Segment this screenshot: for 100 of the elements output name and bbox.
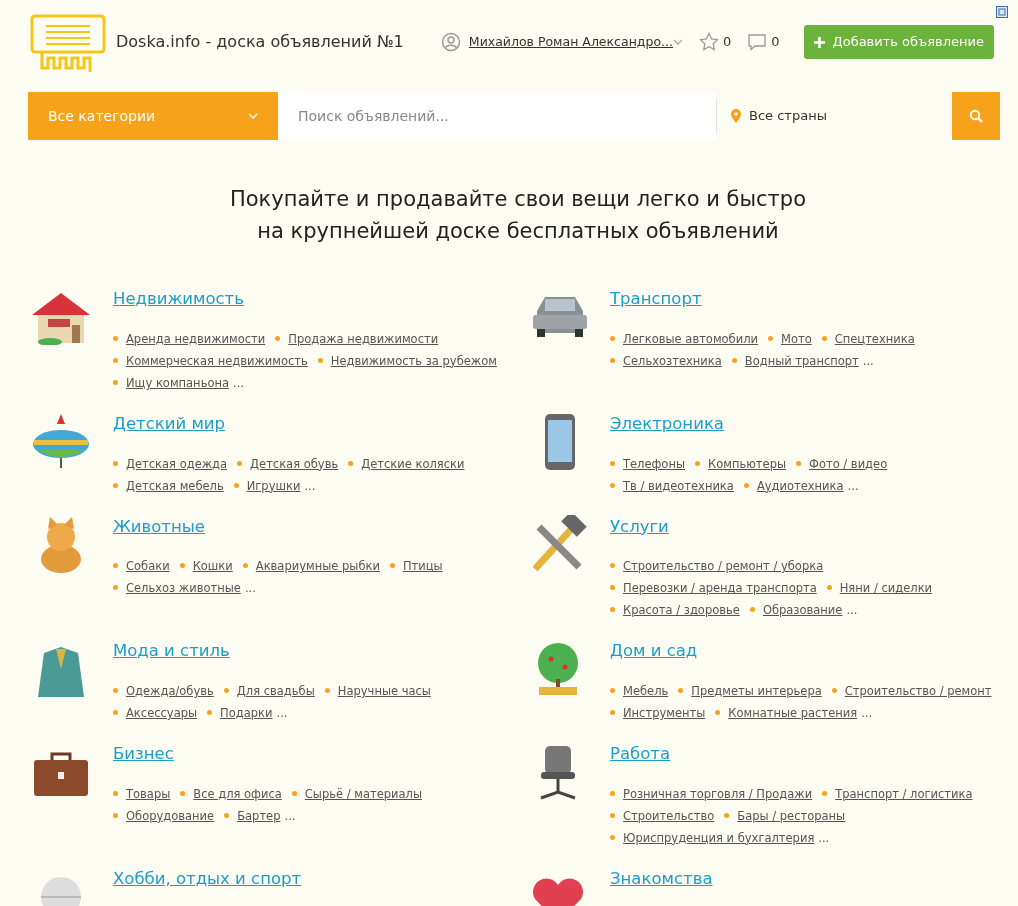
subcategory-link[interactable]: Все для офиса <box>193 786 282 801</box>
subcategory-link[interactable]: Сырьё / материалы <box>304 786 422 801</box>
subcategory-link[interactable]: Для свадьбы <box>236 684 315 698</box>
bullet-icon <box>223 688 229 693</box>
subcategory-link[interactable]: Тв / видеотехника <box>623 478 734 493</box>
bullet-icon <box>242 563 248 569</box>
subcategory-link[interactable]: Бартер <box>237 808 281 823</box>
subcategory-link[interactable]: Строительство / ремонт / уборка <box>623 559 824 574</box>
more-ellipsis: ... <box>846 603 858 618</box>
bullet-icon <box>822 790 828 796</box>
bullet-icon <box>678 688 684 693</box>
bullet-icon <box>113 357 118 363</box>
bullet-icon <box>610 357 615 363</box>
headline: Покупайте и продавайте свои вещи легко и быстро на крупнейшей доске бесплатных объявлений <box>228 186 808 245</box>
subcategory-link[interactable]: Аквариумные рыбки <box>255 559 380 574</box>
subcategory-link[interactable]: Детская мебель <box>126 478 224 493</box>
subcategory-link[interactable]: Ищу компаньона <box>126 375 230 390</box>
bullet-icon <box>715 710 721 715</box>
subcategory-link[interactable]: Инструменты <box>623 706 706 720</box>
bullet-icon <box>291 790 297 796</box>
bullet-icon <box>610 335 615 341</box>
subcategory-link[interactable]: Легковые автомобили <box>623 331 758 346</box>
star-icon[interactable] <box>698 32 719 52</box>
subcategory-link[interactable]: Кошки <box>192 559 233 574</box>
subcategory-link[interactable]: Собаки <box>126 559 170 574</box>
bullet-icon <box>610 585 615 591</box>
subcategory-link[interactable]: Спецтехника <box>834 331 915 346</box>
bullet-icon <box>113 812 118 818</box>
bullet-icon <box>224 812 230 818</box>
bullet-icon <box>113 482 118 488</box>
subcategory-link[interactable]: Детские коляски <box>361 456 465 471</box>
subcategory-link[interactable]: Аудиотехника <box>756 478 844 493</box>
bullet-icon <box>695 460 700 466</box>
bullet-icon <box>724 812 730 818</box>
subcategory-link[interactable]: Мото <box>781 331 812 346</box>
subcategory-link[interactable]: Одежда/обувь <box>126 684 214 698</box>
bullet-icon <box>113 335 118 341</box>
logo-icon[interactable] <box>28 12 108 72</box>
bullet-icon <box>113 460 118 466</box>
user-icon <box>440 32 461 52</box>
subcategory-link[interactable]: Строительство <box>623 808 715 823</box>
bullet-icon <box>610 460 615 466</box>
window-restore-icon <box>996 6 1008 18</box>
subcategory-link[interactable]: Продажа недвижимости <box>288 331 439 346</box>
bullet-icon <box>610 563 615 569</box>
bullet-icon <box>610 812 615 818</box>
bullet-icon <box>275 335 281 341</box>
subcategory-link[interactable]: Мебель <box>623 684 669 698</box>
bullet-icon <box>113 688 118 693</box>
subcategory-link[interactable]: Перевозки / аренда транспорта <box>623 581 817 596</box>
subcategory-link[interactable]: Детская одежда <box>126 456 228 471</box>
bullet-icon <box>179 563 185 569</box>
user-name-link[interactable]: Михайлов Роман Александро... <box>468 32 673 52</box>
subcategory-link[interactable]: Коммерческая недвижимость <box>126 353 308 368</box>
subcategory-link[interactable]: Товары <box>126 786 171 801</box>
bullet-icon <box>831 688 837 693</box>
chevron-down-icon <box>672 38 683 46</box>
subcategory-link[interactable]: Розничная торговля / Продажи <box>623 786 813 801</box>
more-ellipsis: ... <box>847 478 859 493</box>
bullet-icon <box>389 563 395 569</box>
subcategory-link[interactable]: Бары / рестораны <box>737 808 846 823</box>
subcategory-link[interactable]: Птицы <box>402 559 443 574</box>
bullet-icon <box>610 710 615 715</box>
subcategory-link[interactable]: Оборудование <box>126 808 215 823</box>
subcategory-link[interactable]: Аксессуары <box>126 706 198 720</box>
subcategory-link[interactable]: Сельхоз животные <box>126 581 241 596</box>
subcategory-link[interactable]: Транспорт / логистика <box>835 786 973 801</box>
subcategory-link[interactable]: Комнатные растения <box>728 706 858 720</box>
subcategory-link[interactable]: Детская обувь <box>250 456 339 471</box>
subcategory-link[interactable]: Юриспруденция и бухгалтерия <box>623 830 815 845</box>
map-pin-icon <box>731 109 741 123</box>
more-ellipsis: ... <box>818 830 830 845</box>
subcategory-link[interactable]: Строительство / ремонт <box>844 684 992 698</box>
subcategory-link[interactable]: Сельхозтехника <box>623 353 722 368</box>
subcategory-link[interactable]: Образование <box>762 603 843 618</box>
subcategory-link[interactable]: Предметы интерьера <box>691 684 822 698</box>
subcategory-link[interactable]: Подарки <box>220 706 273 720</box>
more-ellipsis: ... <box>304 478 316 493</box>
bullet-icon <box>237 460 243 466</box>
bullet-icon <box>324 688 330 693</box>
subcategory-link[interactable]: Водный транспорт <box>744 353 859 368</box>
bullet-icon <box>180 790 186 796</box>
subcategory-link[interactable]: Аренда недвижимости <box>126 331 266 346</box>
bullet-icon <box>233 482 239 488</box>
subcategory-link[interactable]: Игрушки <box>246 478 301 493</box>
subcategory-link[interactable]: Фото / видео <box>809 456 888 471</box>
bullet-icon <box>796 460 801 466</box>
subcategory-link[interactable]: Наручные часы <box>337 684 431 698</box>
subcategory-link[interactable]: Недвижимость за рубежом <box>330 353 497 368</box>
bullet-icon <box>768 335 773 341</box>
bullet-icon <box>610 790 615 796</box>
subcategory-link[interactable]: Компьютеры <box>708 456 786 471</box>
subcategory-link[interactable]: Няни / сиделки <box>839 581 933 596</box>
search-input[interactable]: Поиск объявлений... <box>278 92 716 140</box>
subcategory-link[interactable]: Телефоны <box>623 456 685 471</box>
subcategory-link[interactable]: Красота / здоровье <box>623 603 740 618</box>
search-button[interactable] <box>952 92 1000 140</box>
chevron-down-icon <box>248 112 258 120</box>
messages-count: 0 <box>771 33 780 52</box>
chat-icon[interactable] <box>747 32 768 52</box>
